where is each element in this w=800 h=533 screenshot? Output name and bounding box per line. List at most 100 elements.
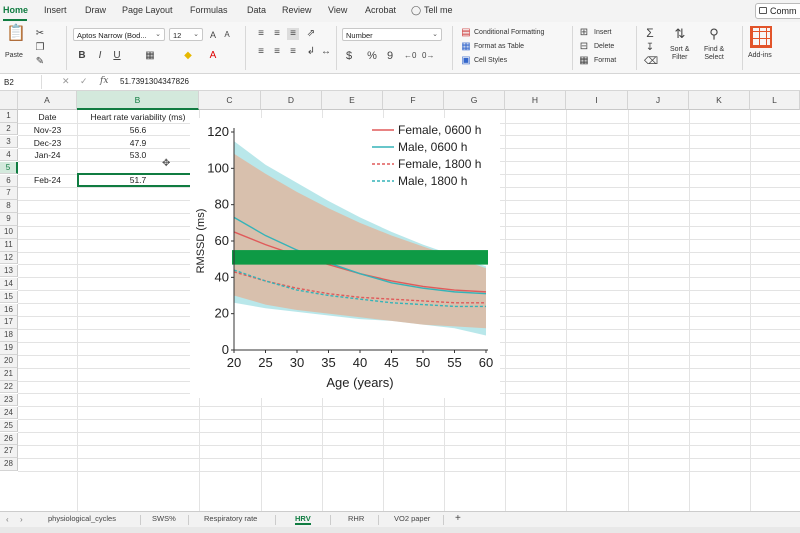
select-all-corner[interactable] [0, 91, 18, 110]
column-header-e[interactable]: E [322, 91, 383, 110]
row-header[interactable]: 23 [0, 393, 18, 407]
format-as-table-button[interactable]: Format as Table [474, 43, 524, 50]
tab-view[interactable]: View [328, 5, 347, 15]
row-header[interactable]: 11 [0, 239, 18, 252]
font-color-icon[interactable]: A [207, 50, 219, 62]
number-format-select[interactable]: Number ⌄ [342, 28, 442, 41]
date-cell[interactable]: Feb-24 [18, 174, 77, 187]
column-header-d[interactable]: D [261, 91, 322, 110]
tab-insert[interactable]: Insert [44, 5, 67, 15]
row-header[interactable]: 21 [0, 368, 18, 381]
add-sheet-button[interactable]: + [455, 513, 461, 524]
row-header[interactable]: 9 [0, 213, 18, 226]
column-header-g[interactable]: G [444, 91, 505, 110]
insert-function-button[interactable]: fx [100, 76, 108, 86]
row-header[interactable]: 16 [0, 303, 18, 316]
row-header[interactable]: 8 [0, 200, 18, 213]
hrv-cell[interactable]: 56.6 [77, 124, 199, 137]
column-header-b[interactable]: B [77, 91, 199, 110]
hrv-age-chart[interactable]: 0 20 40 60 80 100 120 20 25 30 35 40 45 50 55 60 Age (ye… [190, 118, 500, 398]
row-header[interactable]: 12 [0, 251, 18, 265]
column-header-i[interactable]: I [566, 91, 628, 110]
sheet-tab-sws[interactable]: SWS% [152, 514, 176, 523]
align-bottom-icon[interactable]: ≡ [287, 28, 299, 40]
italic-button[interactable]: I [94, 50, 106, 62]
autosum-icon[interactable]: Σ [644, 27, 656, 39]
row-header[interactable]: 18 [0, 329, 18, 342]
row-header[interactable]: 26 [0, 432, 18, 445]
tab-formulas[interactable]: Formulas [190, 5, 228, 15]
borders-icon[interactable]: ▦ [144, 50, 156, 62]
decrease-decimal-icon[interactable]: 0→ [422, 50, 434, 62]
sheet-tab-rhr[interactable]: RHR [348, 514, 364, 523]
row-header[interactable]: 1 [0, 110, 18, 123]
increase-decimal-icon[interactable]: ←0 [404, 50, 416, 62]
row-header[interactable]: 17 [0, 316, 18, 329]
tab-data[interactable]: Data [247, 5, 266, 15]
comments-button[interactable]: Comm [755, 3, 800, 19]
formula-input[interactable]: 51.7391304347826 [120, 77, 189, 86]
fill-icon[interactable]: ↧ [644, 42, 656, 54]
name-box[interactable]: B2 [0, 75, 42, 89]
column-header-l[interactable]: L [750, 91, 800, 110]
add-ins-icon[interactable] [750, 26, 772, 48]
sheet-tab-respiratory-rate[interactable]: Respiratory rate [204, 514, 257, 523]
merge-center-icon[interactable]: ↔ [320, 46, 332, 58]
clear-icon[interactable]: ⌫ [644, 56, 658, 68]
increase-font-icon[interactable]: A [207, 29, 219, 41]
bold-button[interactable]: B [76, 50, 88, 62]
previous-sheet-icon[interactable]: ‹ [6, 515, 9, 524]
format-painter-icon[interactable]: ✎ [34, 56, 46, 68]
tab-review[interactable]: Review [282, 5, 312, 15]
conditional-formatting-button[interactable]: Conditional Formatting [474, 29, 544, 36]
orientation-icon[interactable]: ⇗ [305, 28, 317, 40]
row-header[interactable]: 7 [0, 187, 18, 200]
tab-home[interactable]: Home [3, 5, 28, 15]
date-cell[interactable]: Jan-24 [18, 149, 77, 162]
wrap-text-icon[interactable]: ↲ [305, 46, 317, 58]
paste-icon[interactable]: 📋 [6, 26, 26, 46]
column-header-k[interactable]: K [689, 91, 750, 110]
column-header-c[interactable]: C [199, 91, 261, 110]
align-center-icon[interactable]: ≡ [271, 46, 283, 58]
row-header[interactable]: 10 [0, 226, 18, 239]
row-header[interactable]: 14 [0, 277, 18, 291]
column-header-j[interactable]: J [628, 91, 689, 110]
align-top-icon[interactable]: ≡ [255, 28, 267, 40]
copy-icon[interactable]: ❐ [34, 42, 46, 54]
sheet-tab-vo2-paper[interactable]: VO2 paper [394, 514, 430, 523]
row-header[interactable]: 19 [0, 342, 18, 355]
sort-filter-icon[interactable]: ⇅ [674, 27, 686, 40]
cut-icon[interactable]: ✂ [34, 28, 46, 40]
row-header[interactable]: 28 [0, 458, 18, 471]
row-header[interactable]: 3 [0, 135, 18, 149]
row-header[interactable]: 20 [0, 355, 18, 368]
cell-styles-button[interactable]: Cell Styles [474, 57, 507, 64]
enter-icon[interactable]: ✓ [80, 76, 88, 87]
row-header[interactable]: 24 [0, 406, 18, 420]
row-header[interactable]: 5 [0, 161, 18, 175]
align-right-icon[interactable]: ≡ [287, 46, 299, 58]
percent-button[interactable]: % [366, 50, 378, 62]
align-middle-icon[interactable]: ≡ [271, 28, 283, 40]
delete-cells-button[interactable]: Delete [594, 43, 614, 50]
sheet-tab-physiological-cycles[interactable]: physiological_cycles [48, 514, 116, 523]
tab-page-layout[interactable]: Page Layout [122, 5, 173, 15]
tab-draw[interactable]: Draw [85, 5, 106, 15]
date-cell[interactable]: Nov-23 [18, 124, 77, 137]
decrease-font-icon[interactable]: A [221, 29, 233, 41]
tell-me-search[interactable]: Tell me [424, 5, 453, 15]
comma-button[interactable]: 9 [384, 50, 396, 62]
header-cell-date[interactable]: Date [18, 111, 77, 124]
font-name-select[interactable]: Aptos Narrow (Bod... ⌄ [73, 28, 165, 41]
find-select-icon[interactable]: ⚲ [708, 27, 720, 40]
font-size-select[interactable]: 12 ⌄ [169, 28, 203, 41]
row-header[interactable]: 25 [0, 419, 18, 433]
next-sheet-icon[interactable]: › [20, 515, 23, 524]
insert-cells-button[interactable]: Insert [594, 29, 612, 36]
row-header[interactable]: 2 [0, 122, 18, 136]
fill-color-icon[interactable]: ◆ [182, 50, 194, 62]
row-header[interactable]: 13 [0, 264, 18, 278]
date-cell[interactable]: Dec-23 [18, 137, 77, 150]
row-header[interactable]: 15 [0, 290, 18, 304]
